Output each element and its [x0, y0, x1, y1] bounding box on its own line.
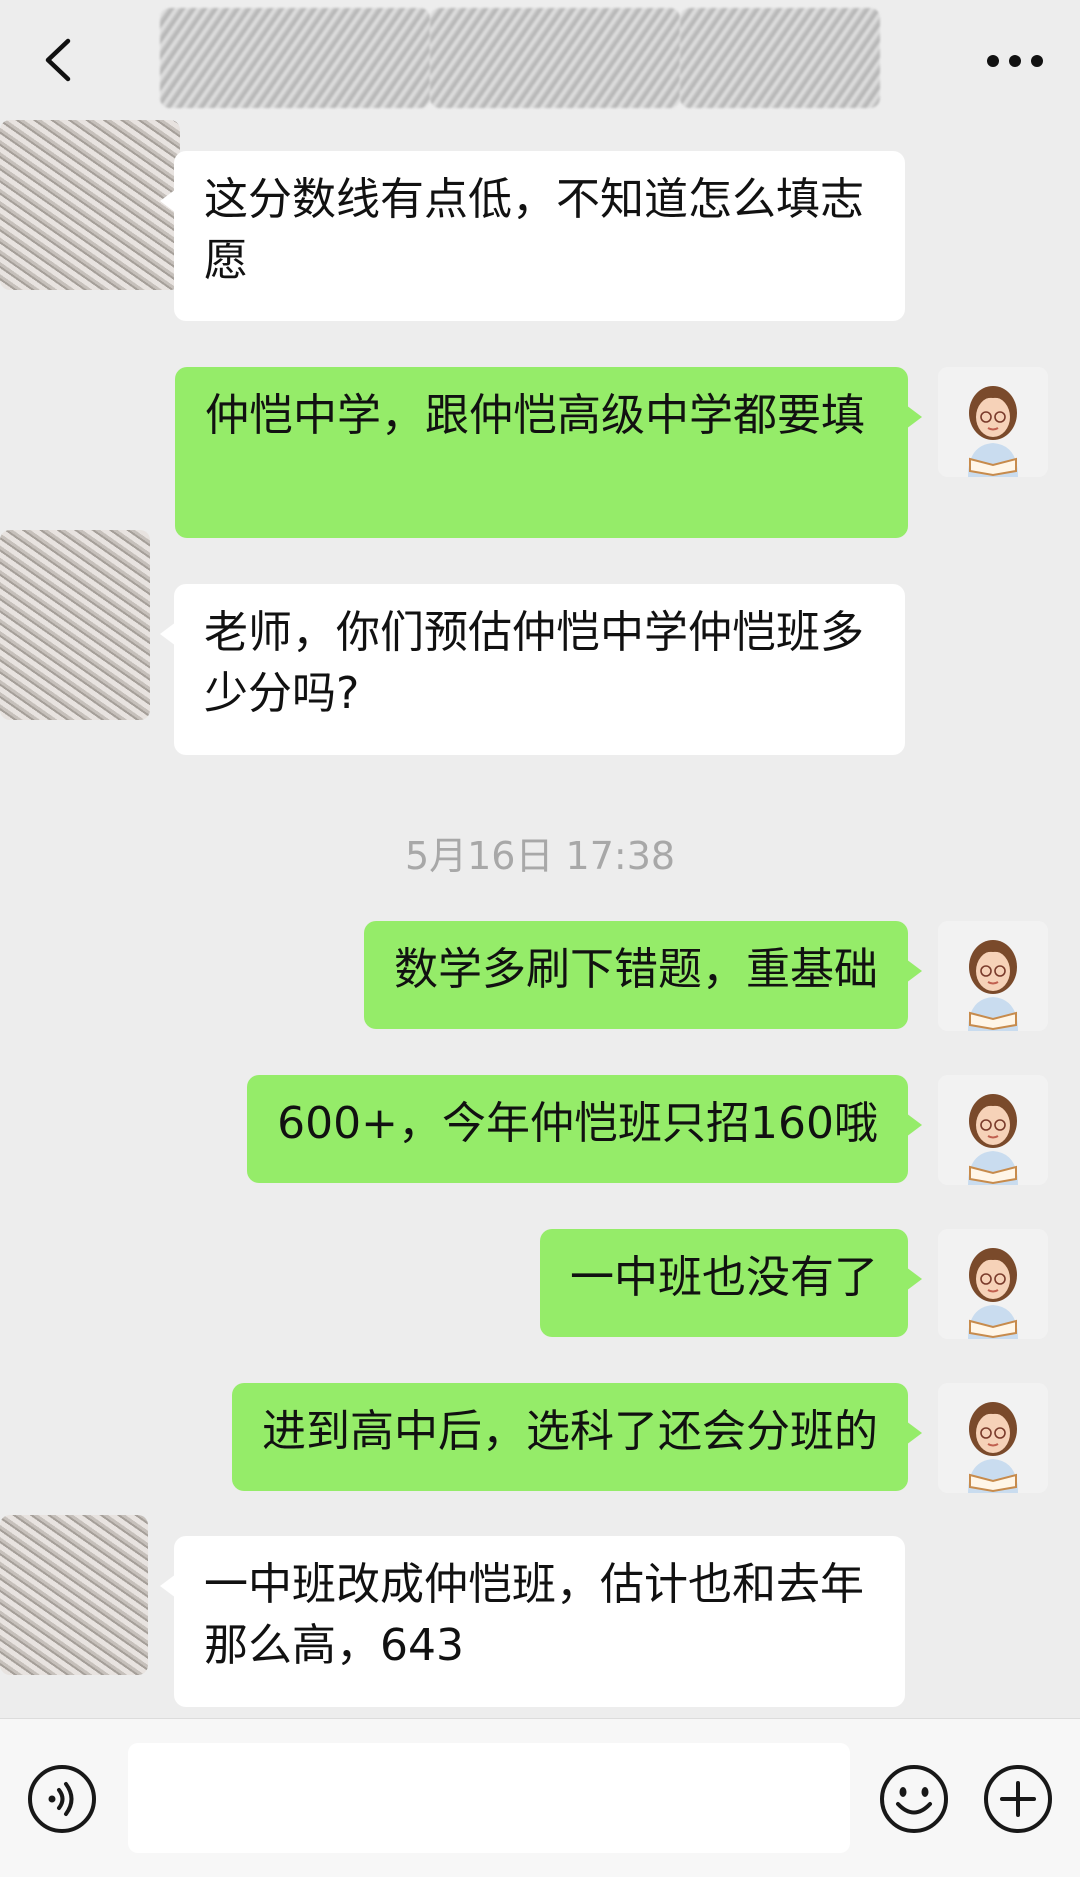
message-input[interactable]	[128, 1743, 850, 1853]
chat-header	[0, 0, 1080, 120]
message-bubble-out[interactable]: 数学多刷下错题，重基础	[364, 921, 922, 1029]
message-bubble-out[interactable]: 600+，今年仲恺班只招160哦	[247, 1075, 922, 1183]
my-avatar[interactable]	[938, 1229, 1048, 1339]
teacher-avatar-icon	[938, 921, 1048, 1031]
message-text: 这分数线有点低，不知道怎么填志愿	[204, 174, 864, 286]
chat-screen: 这分数线有点低，不知道怎么填志愿 仲恺中学，跟仲恺高级中学都要填 老师，你们预估…	[0, 0, 1080, 1877]
my-avatar[interactable]	[938, 1075, 1048, 1185]
contact-avatar[interactable]	[0, 1515, 148, 1675]
message-bubble-in[interactable]: 一中班改成仲恺班，估计也和去年那么高，643	[160, 1536, 905, 1707]
message-bubble-out[interactable]: 仲恺中学，跟仲恺高级中学都要填	[175, 367, 922, 538]
message-text: 数学多刷下错题，重基础	[394, 944, 878, 995]
back-button[interactable]	[28, 28, 88, 92]
plus-icon	[984, 1765, 1052, 1833]
message-text: 老师，你们预估仲恺中学仲恺班多少分吗?	[204, 607, 864, 719]
message-bubble-in[interactable]: 这分数线有点低，不知道怎么填志愿	[160, 151, 905, 321]
teacher-avatar-icon	[938, 367, 1048, 477]
message-bubble-out[interactable]: 一中班也没有了	[540, 1229, 922, 1337]
my-avatar[interactable]	[938, 367, 1048, 477]
emoji-button[interactable]	[878, 1763, 950, 1835]
message-bubble-out[interactable]: 进到高中后，选科了还会分班的	[232, 1383, 922, 1491]
emoji-icon	[880, 1765, 948, 1833]
redacted-title-blur	[680, 8, 880, 108]
teacher-avatar-icon	[938, 1075, 1048, 1185]
voice-icon	[28, 1765, 96, 1833]
my-avatar[interactable]	[938, 1383, 1048, 1493]
contact-avatar[interactable]	[0, 120, 180, 290]
message-timestamp: 5月16日 17:38	[404, 834, 676, 878]
plus-button[interactable]	[982, 1763, 1054, 1835]
message-text: 600+，今年仲恺班只招160哦	[277, 1098, 878, 1149]
message-bubble-in[interactable]: 老师，你们预估仲恺中学仲恺班多少分吗?	[160, 584, 905, 755]
contact-avatar[interactable]	[0, 530, 150, 720]
message-text: 一中班也没有了	[570, 1252, 878, 1303]
message-text: 进到高中后，选科了还会分班的	[262, 1406, 878, 1457]
my-avatar[interactable]	[938, 921, 1048, 1031]
teacher-avatar-icon	[938, 1383, 1048, 1493]
redacted-title-blur	[160, 8, 430, 108]
more-dots-icon	[987, 55, 1043, 67]
message-text: 仲恺中学，跟仲恺高级中学都要填	[205, 390, 865, 441]
teacher-avatar-icon	[938, 1229, 1048, 1339]
redacted-title-blur	[430, 8, 680, 108]
voice-button[interactable]	[26, 1763, 98, 1835]
chevron-left-icon	[45, 38, 71, 82]
more-button[interactable]	[980, 34, 1050, 88]
message-text: 一中班改成仲恺班，估计也和去年那么高，643	[204, 1559, 864, 1671]
input-bar	[0, 1718, 1080, 1877]
